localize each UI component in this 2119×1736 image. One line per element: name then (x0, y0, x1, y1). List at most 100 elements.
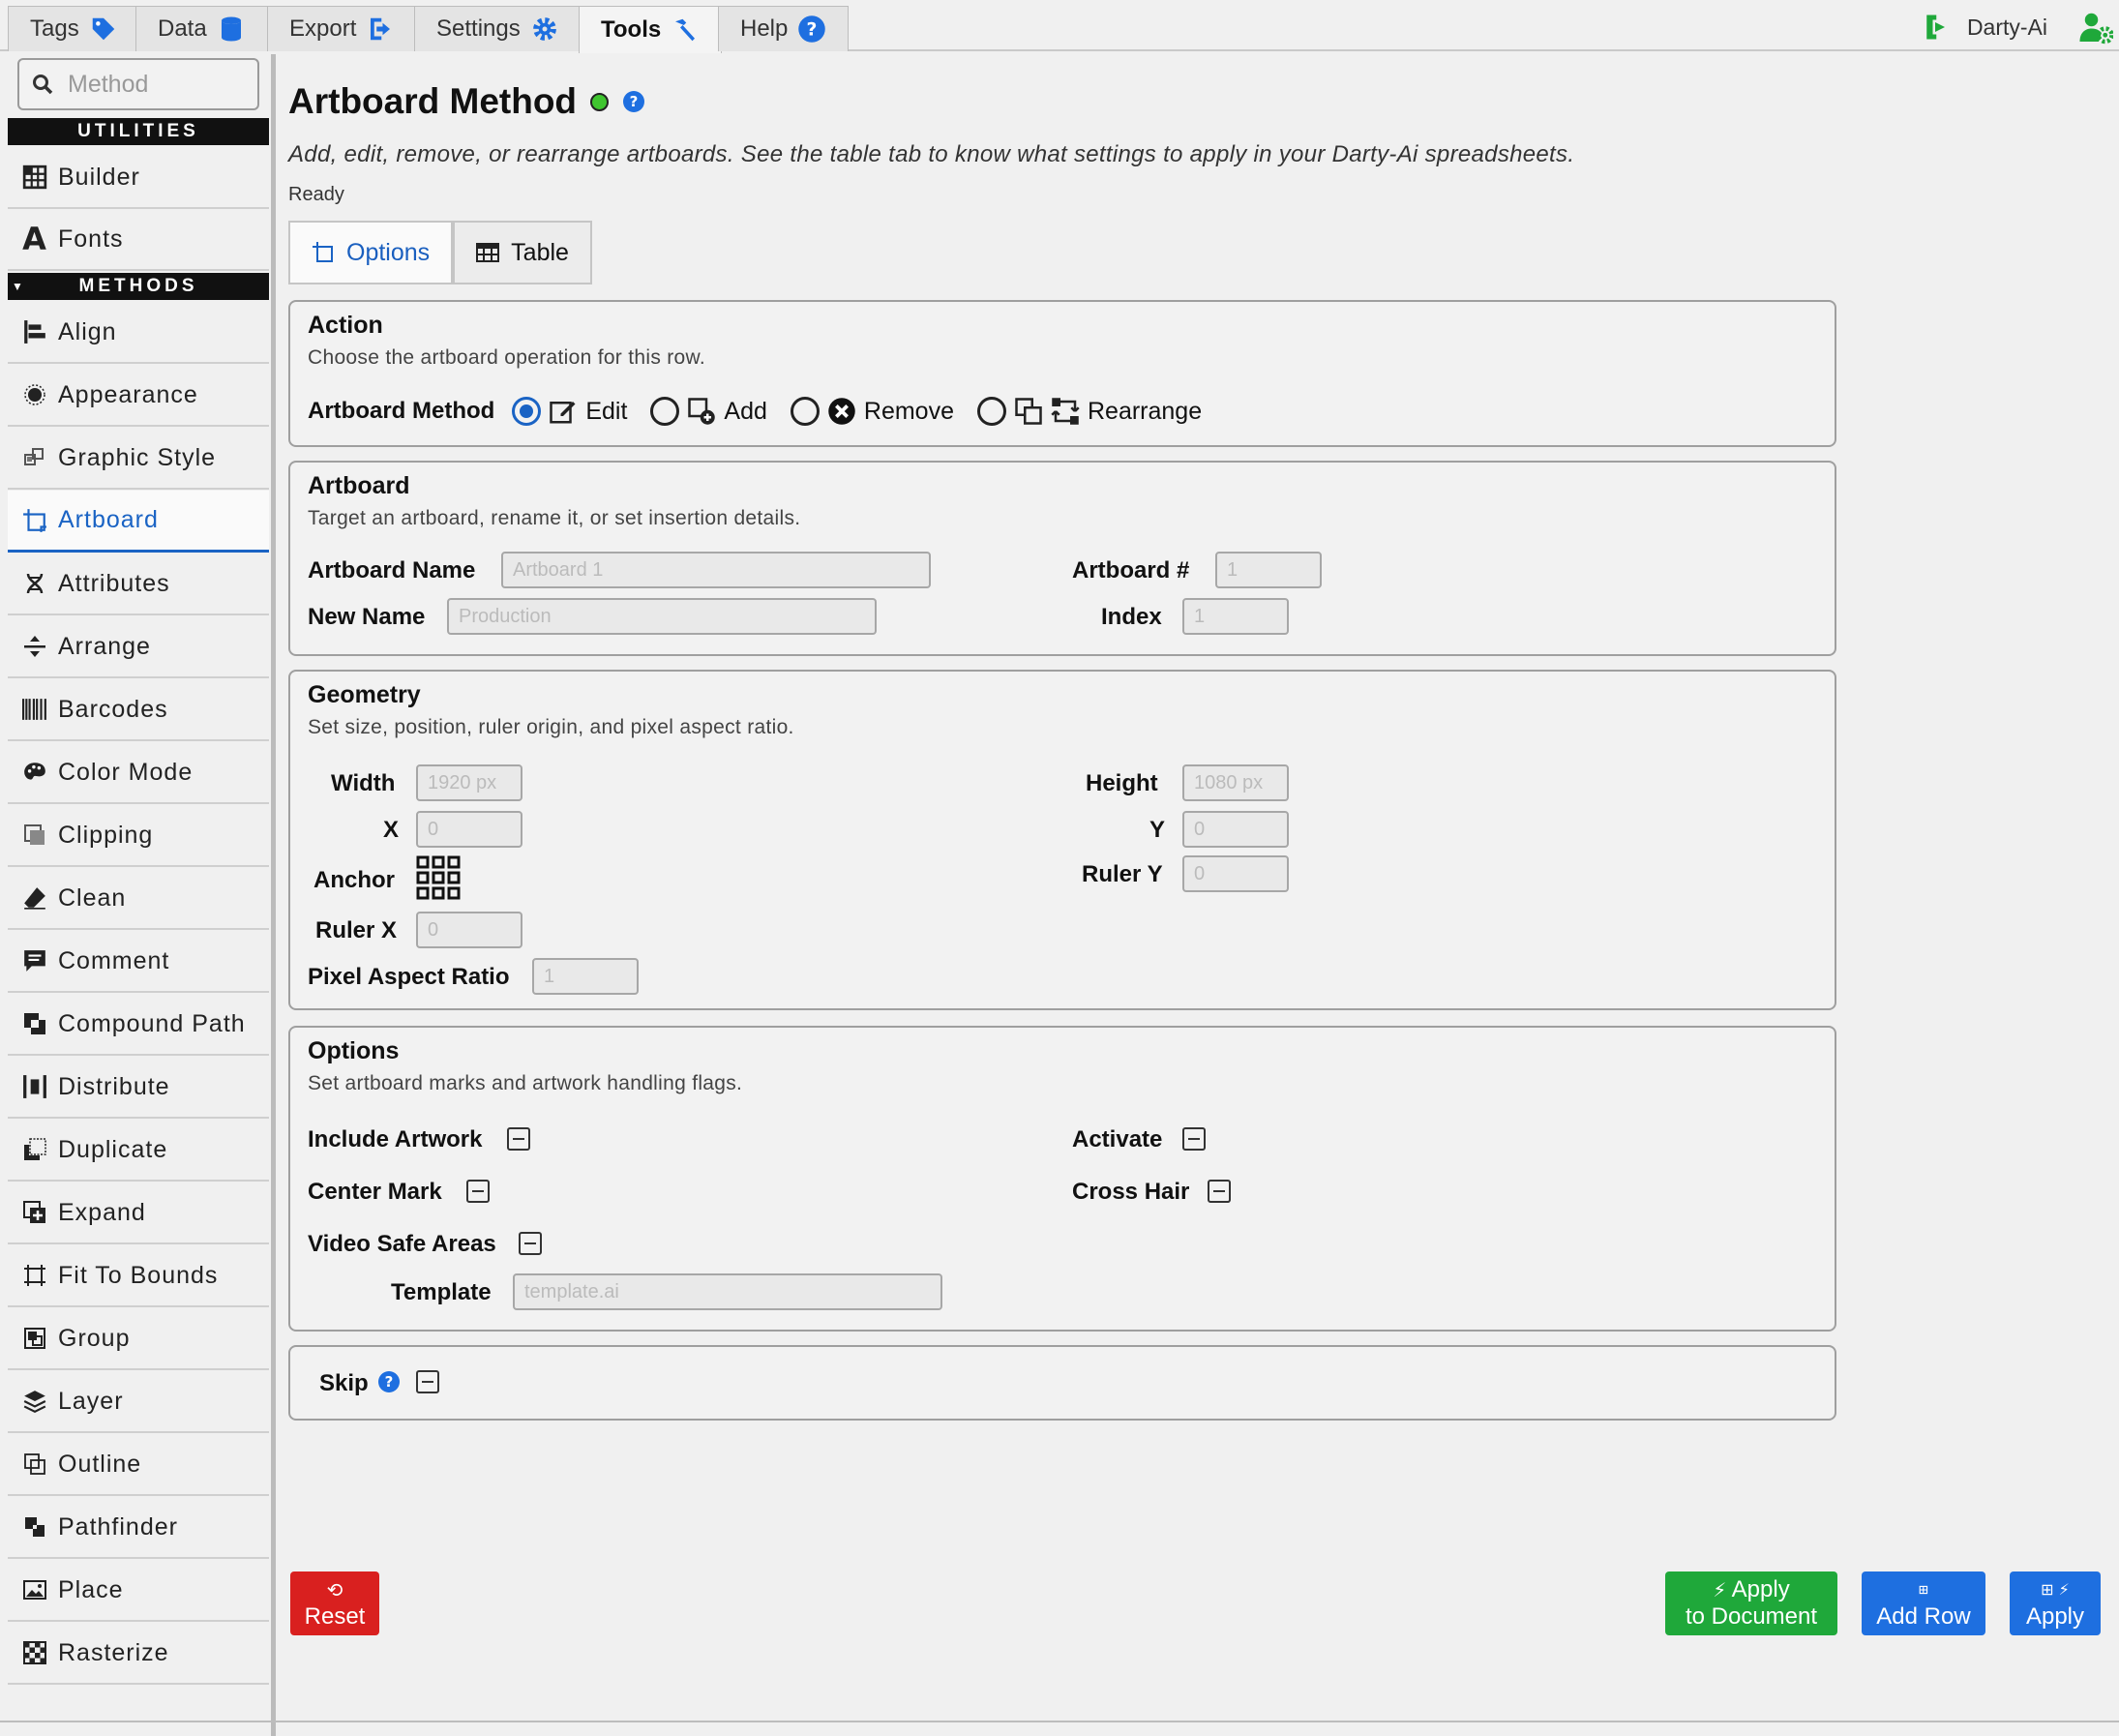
video-safe-areas-checkbox[interactable] (519, 1232, 542, 1255)
radio-button[interactable] (790, 397, 820, 426)
x-input[interactable]: 0 (416, 811, 522, 848)
sidebar-item-color-mode[interactable]: Color Mode (8, 742, 269, 804)
sidebar-item-arrange[interactable]: Arrange (8, 616, 269, 678)
crop-icon (21, 1262, 48, 1289)
sidebar-item-clean[interactable]: Clean (8, 868, 269, 930)
reset-button[interactable]: ⟲ Reset (290, 1571, 379, 1635)
height-input[interactable]: 1080 px (1182, 764, 1289, 801)
y-input[interactable]: 0 (1182, 811, 1289, 848)
sidebar-item-clipping[interactable]: Clipping (8, 805, 269, 867)
sidebar-item-fit-to-bounds[interactable]: Fit To Bounds (8, 1245, 269, 1307)
new-name-input[interactable]: Production (447, 598, 877, 635)
checkerboard-icon (21, 1639, 48, 1666)
ruler-x-input[interactable]: 0 (416, 912, 522, 948)
radio-button[interactable] (650, 397, 680, 426)
sidebar-scrollbar[interactable] (271, 54, 276, 1736)
field-label: Center Mark (308, 1179, 442, 1205)
sidebar-item-label: Comment (58, 946, 170, 974)
tab-label: Tools (601, 16, 662, 43)
radio-button[interactable] (512, 397, 542, 426)
sidebar-item-artboard[interactable]: Artboard (8, 491, 269, 553)
sidebar-item-label: Builder (58, 163, 140, 191)
sidebar-item-place[interactable]: Place (8, 1560, 269, 1622)
button-label: Reset (304, 1603, 366, 1630)
tab-options[interactable]: Options (288, 221, 454, 284)
apply-button[interactable]: ⊞ ⚡ Apply (2010, 1571, 2101, 1635)
sidebar-item-barcodes[interactable]: Barcodes (8, 679, 269, 741)
tab-tags[interactable]: Tags (8, 6, 140, 51)
button-label: Apply (2025, 1603, 2085, 1630)
sidebar-item-layer[interactable]: Layer (8, 1371, 269, 1433)
sidebar-item-graphic-style[interactable]: Graphic Style (8, 428, 269, 490)
radio-edit[interactable]: Edit (512, 397, 627, 426)
help-icon[interactable]: ? (622, 90, 645, 113)
skip-checkbox[interactable] (416, 1370, 439, 1393)
tab-settings[interactable]: Settings (414, 6, 582, 51)
anchor-grid-icon[interactable] (416, 855, 461, 900)
add-row-button[interactable]: ⊞ Add Row (1862, 1571, 1985, 1635)
radio-label: Add (724, 397, 767, 425)
sidebar-item-rasterize[interactable]: Rasterize (8, 1623, 269, 1685)
field-label: Artboard Name (308, 557, 476, 584)
radio-rearrange[interactable]: Rearrange (976, 397, 1202, 426)
outline-icon (21, 1451, 48, 1478)
sidebar-item-expand[interactable]: Expand (8, 1182, 269, 1244)
apply-to-document-button[interactable]: ⚡ Apply to Document (1665, 1571, 1837, 1635)
eraser-icon (21, 884, 48, 912)
pixel-aspect-ratio-input[interactable]: 1 (532, 958, 639, 995)
sidebar-item-builder[interactable]: Builder (8, 147, 269, 209)
tab-help[interactable]: Help ? (718, 6, 850, 51)
help-icon[interactable]: ? (377, 1370, 401, 1393)
button-label-line2: to Document (1685, 1603, 1818, 1630)
field-label: Anchor (313, 867, 395, 893)
sidebar-item-pathfinder[interactable]: Pathfinder (8, 1497, 269, 1559)
sidebar-item-align[interactable]: Align (8, 302, 269, 364)
sidebar-item-distribute[interactable]: Distribute (8, 1057, 269, 1119)
sidebar-item-compound-path[interactable]: Compound Path (8, 994, 269, 1056)
index-input[interactable]: 1 (1182, 598, 1289, 635)
radio-button[interactable] (976, 397, 1006, 426)
artboard-number-input[interactable]: 1 (1215, 552, 1322, 588)
user-settings-icon[interactable] (2078, 10, 2113, 45)
tab-data[interactable]: Data (135, 6, 268, 51)
panel-title: Action (308, 312, 383, 339)
tab-tools[interactable]: Tools (579, 6, 723, 53)
field-label: Cross Hair (1072, 1179, 1190, 1205)
appearance-icon (21, 381, 48, 408)
panel-description: Set size, position, ruler origin, and pi… (308, 716, 794, 738)
artboard-icon (313, 242, 333, 262)
barcode-icon (21, 696, 48, 723)
sidebar-item-fonts[interactable]: A Fonts (8, 209, 269, 271)
search-input[interactable]: Method (17, 58, 259, 110)
logout-icon[interactable] (1921, 13, 1950, 42)
bottom-divider (0, 1721, 2119, 1722)
status-text: Ready (288, 184, 344, 205)
ruler-y-input[interactable]: 0 (1182, 855, 1289, 892)
width-input[interactable]: 1920 px (416, 764, 522, 801)
cross-hair-checkbox[interactable] (1208, 1180, 1231, 1203)
sidebar-item-label: Clean (58, 883, 127, 912)
activate-checkbox[interactable] (1182, 1127, 1206, 1151)
field-label: Activate (1072, 1126, 1163, 1152)
template-input[interactable]: template.ai (513, 1273, 942, 1310)
button-label: Add Row (1876, 1603, 1971, 1630)
sidebar-item-duplicate[interactable]: Duplicate (8, 1120, 269, 1182)
rearrange-icon (1051, 398, 1080, 425)
sidebar-item-comment[interactable]: Comment (8, 931, 269, 993)
layers-icon (21, 1388, 48, 1415)
tab-export[interactable]: Export (267, 6, 418, 51)
field-label: Height (1086, 770, 1158, 796)
methods-header[interactable]: ▼ METHODS (8, 273, 269, 300)
radio-add[interactable]: Add (650, 397, 767, 426)
artboard-name-input[interactable]: Artboard 1 (501, 552, 931, 588)
panel-title: Options (308, 1037, 400, 1064)
sidebar-item-appearance[interactable]: Appearance (8, 365, 269, 427)
sidebar-item-outline[interactable]: Outline (8, 1434, 269, 1496)
field-label: Ruler X (315, 917, 398, 943)
sidebar-item-group[interactable]: Group (8, 1308, 269, 1370)
radio-remove[interactable]: Remove (790, 397, 954, 426)
sidebar-item-attributes[interactable]: Attributes (8, 554, 269, 615)
center-mark-checkbox[interactable] (466, 1180, 490, 1203)
tab-table[interactable]: Table (453, 221, 592, 284)
include-artwork-checkbox[interactable] (507, 1127, 530, 1151)
